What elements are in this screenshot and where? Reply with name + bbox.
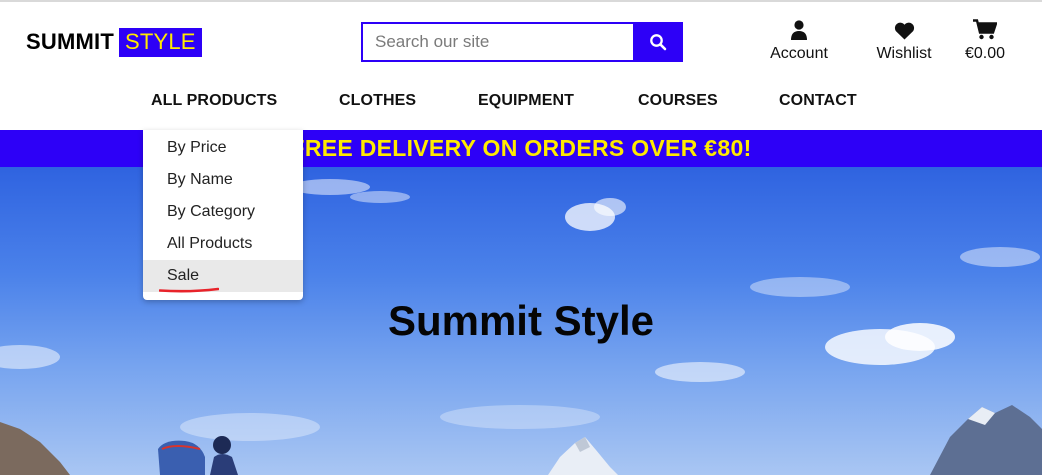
main-nav: ALL PRODUCTS CLOTHES EQUIPMENT COURSES C…	[0, 92, 1042, 116]
wishlist-label: Wishlist	[876, 45, 932, 62]
heart-icon	[894, 18, 915, 40]
nav-clothes[interactable]: CLOTHES	[339, 92, 416, 110]
account-label: Account	[770, 45, 828, 62]
dropdown-item-by-price[interactable]: By Price	[143, 132, 303, 164]
wishlist-link[interactable]: Wishlist	[864, 18, 944, 63]
dropdown-item-all-products[interactable]: All Products	[143, 228, 303, 260]
hero-title: Summit Style	[387, 297, 655, 344]
user-icon	[790, 18, 808, 40]
logo-text-summit: SUMMIT	[26, 29, 114, 54]
nav-equipment[interactable]: EQUIPMENT	[478, 92, 574, 110]
cart-link[interactable]: €0.00	[950, 18, 1020, 63]
cart-icon	[973, 18, 997, 40]
account-link[interactable]: Account	[759, 18, 839, 63]
all-products-dropdown: By Price By Name By Category All Product…	[143, 130, 303, 300]
nav-contact[interactable]: CONTACT	[779, 92, 857, 110]
search-button[interactable]	[633, 22, 683, 62]
search-input[interactable]	[361, 22, 633, 62]
nav-courses[interactable]: COURSES	[638, 92, 718, 110]
banner-text: FREE DELIVERY ON ORDERS OVER €80!	[290, 135, 752, 161]
dropdown-item-by-category[interactable]: By Category	[143, 196, 303, 228]
red-underline-annotation	[159, 287, 219, 293]
search-icon	[650, 34, 667, 51]
site-header: SUMMIT STYLE Account Wishlist	[0, 2, 1042, 130]
nav-all-products[interactable]: ALL PRODUCTS	[151, 92, 277, 110]
search-form	[361, 22, 683, 62]
site-logo[interactable]: SUMMIT STYLE	[26, 26, 202, 58]
logo-text-style: STYLE	[118, 27, 202, 57]
dropdown-item-by-name[interactable]: By Name	[143, 164, 303, 196]
cart-total: €0.00	[964, 45, 1006, 62]
